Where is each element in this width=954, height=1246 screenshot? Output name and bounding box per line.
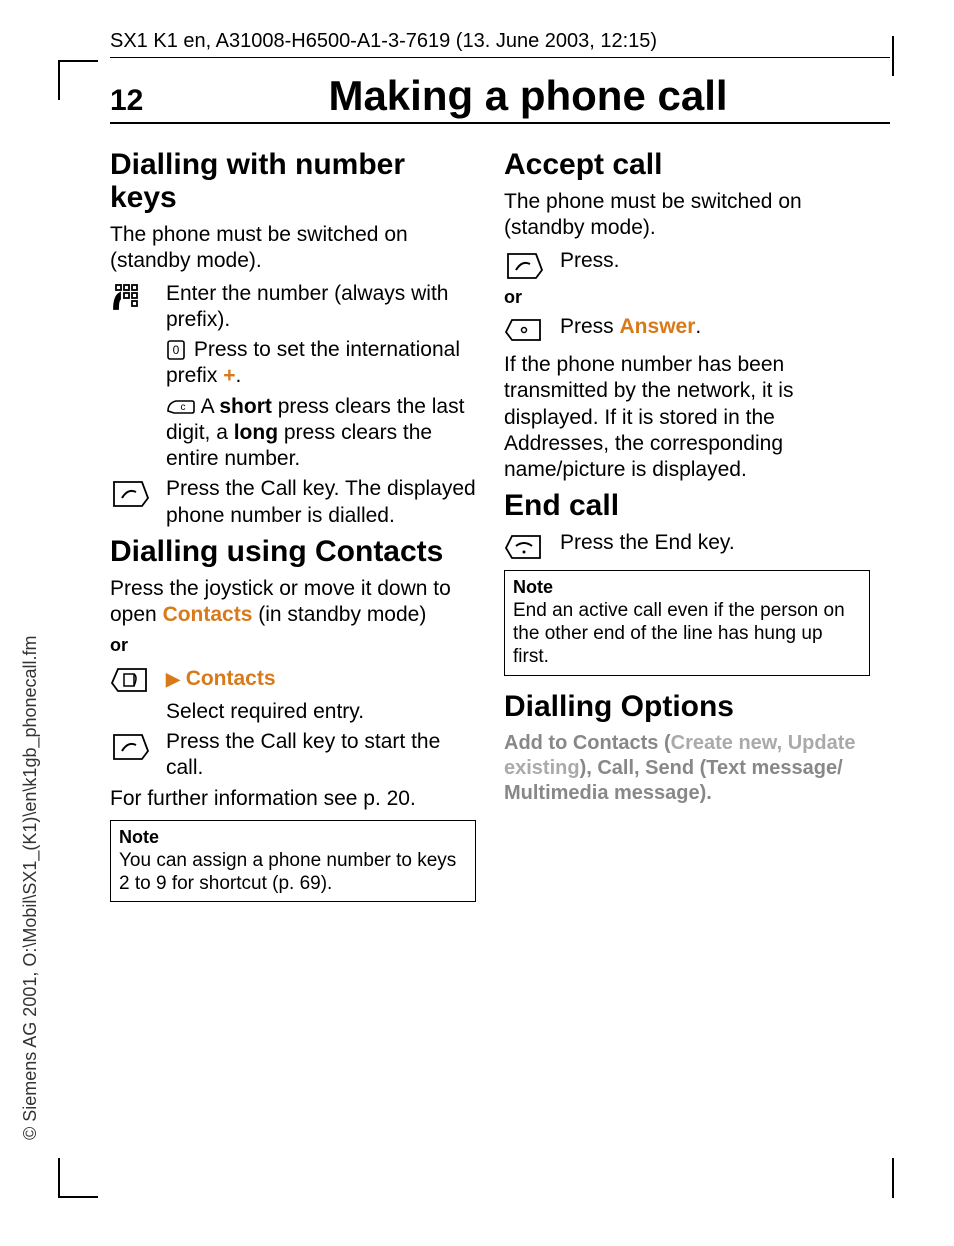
step-text: Press. [560, 248, 870, 282]
menu-key-icon [110, 663, 166, 695]
or-label: or [504, 286, 870, 309]
or-label: or [110, 634, 476, 657]
left-column: Dialling with number keys The phone must… [110, 142, 476, 902]
note-title: Note [119, 827, 467, 848]
step-text: Press the End key. [560, 530, 870, 562]
right-column: Accept call The phone must be switched o… [504, 142, 870, 902]
step-text: Press the Call key. The displayed phone … [166, 476, 476, 529]
call-key-icon [110, 476, 166, 529]
svg-text:c: c [181, 402, 186, 413]
body-text: The phone must be switched on (standby m… [110, 222, 476, 275]
note-box: Note End an active call even if the pers… [504, 570, 870, 675]
zero-key-icon: 0 [166, 339, 188, 361]
note-box: Note You can assign a phone number to ke… [110, 820, 476, 903]
title-row: 12 Making a phone call [110, 72, 890, 124]
crop-mark [892, 36, 894, 76]
heading-accept-call: Accept call [504, 148, 870, 181]
call-key-icon [110, 729, 166, 782]
step-text: Press Answer. [560, 314, 870, 344]
page-number: 12 [110, 84, 166, 118]
menu-path: ▶ Contacts [166, 666, 476, 692]
step-text: Select required entry. [166, 699, 476, 725]
options-text: Add to Contacts (Create new, Update exis… [504, 731, 870, 806]
keypad-icon [110, 281, 166, 334]
svg-text:0: 0 [173, 343, 180, 357]
crop-mark [58, 1158, 98, 1198]
side-copyright-text: © Siemens AG 2001, O:\Mobil\SX1_(K1)\en\… [20, 635, 41, 1140]
call-key-icon [504, 248, 560, 282]
note-title: Note [513, 577, 861, 598]
clear-key-icon: c [166, 397, 196, 417]
step-text: c A short press clears the last digit, a… [166, 394, 476, 473]
note-body: End an active call even if the person on… [513, 600, 861, 668]
crop-mark [58, 60, 98, 100]
step-text: Press the Call key to start the call. [166, 729, 476, 782]
header-rule [110, 57, 890, 58]
body-text: For further information see p. 20. [110, 786, 476, 812]
page-content: SX1 K1 en, A31008-H6500-A1-3-7619 (13. J… [110, 30, 890, 902]
body-text: Press the joystick or move it down to op… [110, 576, 476, 629]
step-text: Enter the number (always with prefix). [166, 281, 476, 334]
body-text: The phone must be switched on (standby m… [504, 189, 870, 242]
heading-dialling-number-keys: Dialling with number keys [110, 148, 476, 214]
heading-end-call: End call [504, 489, 870, 522]
header-text: SX1 K1 en, A31008-H6500-A1-3-7619 (13. J… [110, 30, 890, 53]
page-title: Making a phone call [166, 72, 890, 120]
step-text: 0 Press to set the international prefix … [166, 337, 476, 390]
end-key-icon [504, 530, 560, 562]
body-text: If the phone number has been transmitted… [504, 352, 870, 483]
crop-mark [892, 1158, 894, 1198]
softkey-icon [504, 314, 560, 344]
note-body: You can assign a phone number to keys 2 … [119, 850, 467, 896]
heading-dialling-options: Dialling Options [504, 690, 870, 723]
heading-dialling-contacts: Dialling using Contacts [110, 535, 476, 568]
